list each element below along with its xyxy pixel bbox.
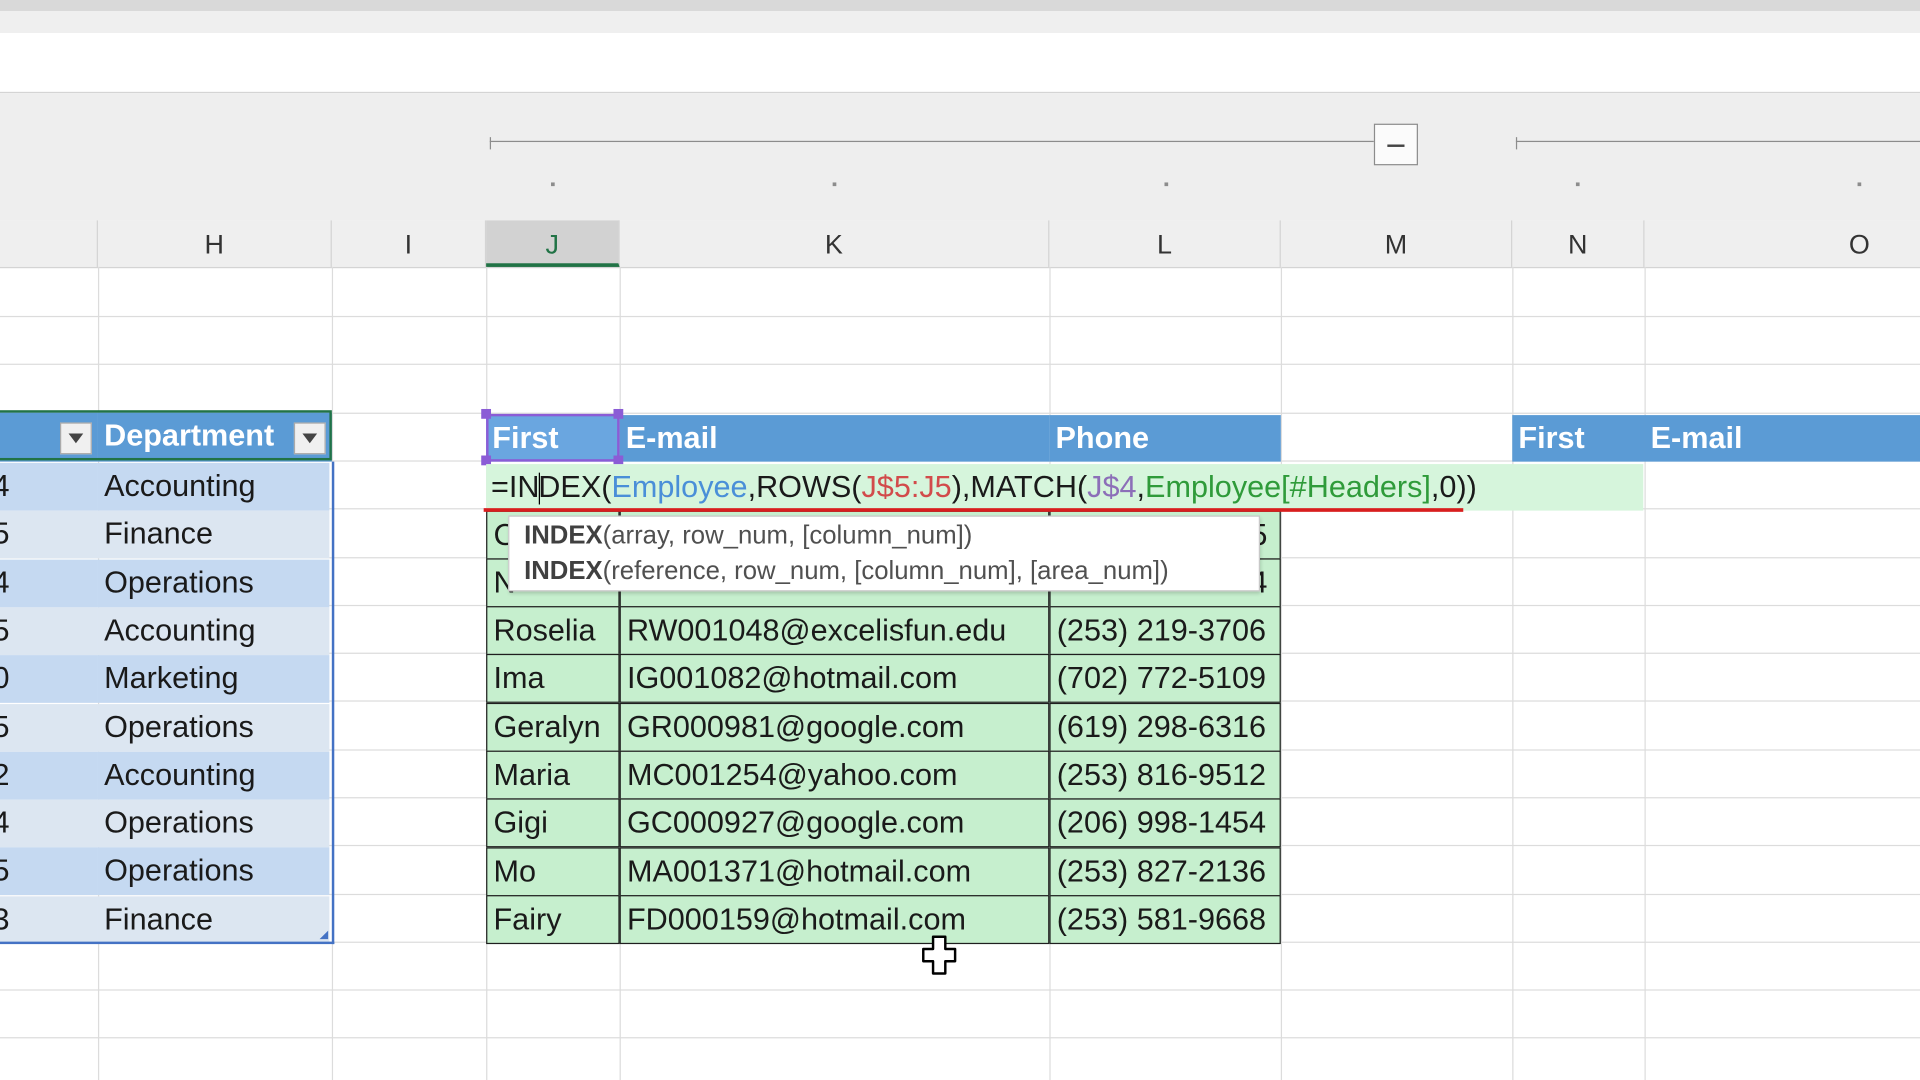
lookup-cell-email[interactable]: MA001371@hotmail.com xyxy=(619,846,1050,896)
second-header-email[interactable]: E-mail xyxy=(1644,415,1920,462)
column-header-g[interactable] xyxy=(0,220,98,267)
tooltip-args: (reference, row_num, [column_num], [area… xyxy=(602,557,1169,586)
formula-input[interactable]: =INDEX(Employee,ROWS(J$5:J5),MATCH(J$4,E… xyxy=(491,464,1477,511)
column-header-i[interactable]: I xyxy=(332,220,487,267)
tooltip-syntax-reference[interactable]: INDEX(reference, row_num, [column_num], … xyxy=(524,553,1244,589)
lookup-cell-first[interactable]: Roselia xyxy=(486,606,620,656)
gridline-horizontal xyxy=(0,1037,1920,1039)
lookup-cell-first[interactable]: Gigi xyxy=(486,798,620,848)
lookup-cell-first[interactable]: Fairy xyxy=(486,894,620,944)
formula-token: DEX( xyxy=(538,470,612,505)
formula-token: ),MATCH( xyxy=(951,470,1088,505)
reference-highlight-j4 xyxy=(486,413,620,462)
formula-ref-range: J$5:J5 xyxy=(861,470,952,505)
lookup-cell-email[interactable]: GC000927@google.com xyxy=(619,798,1050,848)
lookup-cell-phone[interactable]: (619) 298-6316 xyxy=(1049,702,1281,752)
formula-ref-cell: J$4 xyxy=(1087,470,1137,505)
group-bracket-tick xyxy=(1515,137,1518,150)
tooltip-syntax-array[interactable]: INDEX(array, row_num, [column_num]) xyxy=(524,518,1244,554)
formula-ref-headers: Employee[#Headers] xyxy=(1145,470,1431,505)
column-group-bracket xyxy=(1515,140,1920,143)
lookup-cell-phone[interactable]: (253) 816-9512 xyxy=(1049,750,1281,800)
column-header-k[interactable]: K xyxy=(620,220,1050,267)
window-title-strip xyxy=(0,11,1920,34)
lookup-cell-email[interactable]: MC001254@yahoo.com xyxy=(619,750,1050,800)
column-header-n[interactable]: N xyxy=(1512,220,1645,267)
column-header-o[interactable]: O xyxy=(1644,220,1920,267)
column-header-j[interactable]: J xyxy=(486,220,620,267)
table-range-border xyxy=(0,461,335,945)
column-header-m[interactable]: M xyxy=(1281,220,1513,267)
gridline-horizontal xyxy=(0,363,1920,365)
gridline-horizontal xyxy=(0,315,1920,318)
column-header-h[interactable]: H xyxy=(98,220,332,267)
tooltip-function-name: INDEX xyxy=(524,557,603,586)
gridline-vertical xyxy=(1280,266,1283,1080)
range-handle[interactable] xyxy=(613,408,624,419)
gridline-vertical xyxy=(1644,266,1646,1080)
active-header-border xyxy=(0,410,332,461)
spreadsheet-window: H I J K L M N O Department 4Accounting5F… xyxy=(0,0,1920,1080)
lookup-cell-phone[interactable]: (253) 219-3706 xyxy=(1049,606,1281,656)
formula-error-underline xyxy=(483,508,1464,512)
lookup-cell-phone[interactable]: (702) 772-5109 xyxy=(1049,654,1281,704)
column-grouping-area xyxy=(0,93,1920,221)
lookup-cell-email[interactable]: FD000159@hotmail.com xyxy=(619,894,1050,944)
gridline-vertical xyxy=(1512,266,1514,1080)
formula-token: =IN xyxy=(491,470,540,505)
table-resize-handle[interactable] xyxy=(319,930,329,940)
formula-token: ,0 xyxy=(1430,470,1457,505)
outline-dot xyxy=(1857,182,1862,187)
lookup-cell-first[interactable]: Geralyn xyxy=(486,702,620,752)
column-group-bracket xyxy=(489,140,1374,143)
lookup-cell-phone[interactable]: (253) 827-2136 xyxy=(1049,846,1281,896)
outline-dot xyxy=(1575,182,1580,187)
lookup-cell-email[interactable]: GR000981@google.com xyxy=(619,702,1050,752)
function-tooltip: INDEX(array, row_num, [column_num]) INDE… xyxy=(508,515,1261,592)
outline-dot xyxy=(1164,182,1169,187)
lookup-cell-phone[interactable]: (253) 581-9668 xyxy=(1049,894,1281,944)
move-cursor-icon xyxy=(922,935,957,975)
formula-token: , xyxy=(1136,470,1146,505)
window-top-bar xyxy=(0,0,1920,12)
lookup-cell-first[interactable]: Ima xyxy=(486,654,620,704)
formula-ref-employee: Employee xyxy=(611,470,748,505)
second-header-first[interactable]: First xyxy=(1512,415,1645,462)
lookup-cell-email[interactable]: RW001048@excelisfun.edu xyxy=(619,606,1050,656)
formula-token: )) xyxy=(1456,470,1477,505)
formula-token: ,ROWS( xyxy=(747,470,862,505)
tooltip-function-name: INDEX xyxy=(524,521,603,550)
lookup-header-email[interactable]: E-mail xyxy=(619,415,1050,462)
formula-bar-area xyxy=(0,33,1920,94)
outline-dot xyxy=(551,182,555,187)
range-handle[interactable] xyxy=(481,408,492,419)
group-bracket-tick xyxy=(489,137,492,150)
lookup-header-phone[interactable]: Phone xyxy=(1049,415,1281,462)
outline-dot xyxy=(832,182,837,187)
lookup-cell-email[interactable]: IG001082@hotmail.com xyxy=(619,654,1050,704)
lookup-cell-first[interactable]: Maria xyxy=(486,750,620,800)
tooltip-args: (array, row_num, [column_num]) xyxy=(602,521,973,550)
lookup-cell-phone[interactable]: (206) 998-1454 xyxy=(1049,798,1281,848)
collapse-group-button[interactable] xyxy=(1373,123,1418,166)
lookup-cell-first[interactable]: Mo xyxy=(486,846,620,896)
gridline-horizontal xyxy=(0,989,1920,991)
column-header-l[interactable]: L xyxy=(1049,220,1281,267)
